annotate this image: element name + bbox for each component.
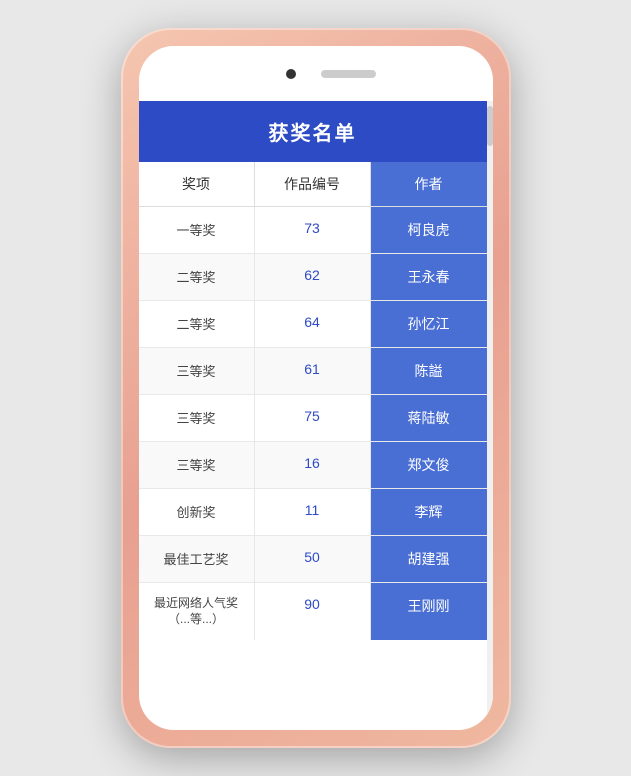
number-cell: 50 [255, 536, 371, 582]
number-cell: 11 [255, 489, 371, 535]
table-body: 一等奖73柯良虎二等奖62王永春二等奖64孙忆江三等奖61陈謚三等奖75蒋陆敏三… [139, 207, 487, 640]
author-cell: 郑文俊 [371, 442, 487, 488]
award-cell: 一等奖 [139, 207, 255, 253]
table-row: 创新奖11李辉 [139, 489, 487, 536]
table-row: 最佳工艺奖50胡建强 [139, 536, 487, 583]
phone-top-bar [139, 46, 493, 101]
award-cell: 二等奖 [139, 301, 255, 347]
screen-content: 获奖名单 奖项 作品编号 作者 一等奖73柯良虎二等奖62王永春二等奖64孙忆江… [139, 101, 493, 730]
award-cell: 三等奖 [139, 348, 255, 394]
header-author: 作者 [371, 162, 487, 206]
table-header: 奖项 作品编号 作者 [139, 162, 487, 207]
phone-frame: 获奖名单 奖项 作品编号 作者 一等奖73柯良虎二等奖62王永春二等奖64孙忆江… [121, 28, 511, 748]
number-cell: 62 [255, 254, 371, 300]
header-number: 作品编号 [255, 162, 371, 206]
scrollbar-thumb[interactable] [487, 106, 493, 146]
number-cell: 64 [255, 301, 371, 347]
award-cell: 三等奖 [139, 395, 255, 441]
award-cell: 创新奖 [139, 489, 255, 535]
author-cell: 蒋陆敏 [371, 395, 487, 441]
award-cell: 三等奖 [139, 442, 255, 488]
table-row: 三等奖75蒋陆敏 [139, 395, 487, 442]
author-cell: 胡建强 [371, 536, 487, 582]
table-row: 二等奖62王永春 [139, 254, 487, 301]
author-cell: 李辉 [371, 489, 487, 535]
author-cell: 王永春 [371, 254, 487, 300]
table-row: 三等奖16郑文俊 [139, 442, 487, 489]
table-row: 三等奖61陈謚 [139, 348, 487, 395]
number-cell: 61 [255, 348, 371, 394]
camera [286, 69, 296, 79]
table-title: 获奖名单 [139, 101, 487, 162]
author-cell: 王刚刚 [371, 583, 487, 640]
award-cell: 二等奖 [139, 254, 255, 300]
table-row: 最近网络人气奖 （...等...）90王刚刚 [139, 583, 487, 640]
award-cell: 最佳工艺奖 [139, 536, 255, 582]
author-cell: 陈謚 [371, 348, 487, 394]
author-cell: 孙忆江 [371, 301, 487, 347]
table-row: 一等奖73柯良虎 [139, 207, 487, 254]
author-cell: 柯良虎 [371, 207, 487, 253]
scrollbar-track[interactable] [487, 101, 493, 730]
award-cell: 最近网络人气奖 （...等...） [139, 583, 255, 640]
number-cell: 90 [255, 583, 371, 640]
table-row: 二等奖64孙忆江 [139, 301, 487, 348]
number-cell: 16 [255, 442, 371, 488]
table-container: 获奖名单 奖项 作品编号 作者 一等奖73柯良虎二等奖62王永春二等奖64孙忆江… [139, 101, 493, 730]
number-cell: 75 [255, 395, 371, 441]
phone-screen: 获奖名单 奖项 作品编号 作者 一等奖73柯良虎二等奖62王永春二等奖64孙忆江… [139, 46, 493, 730]
speaker [321, 70, 376, 78]
header-award: 奖项 [139, 162, 255, 206]
number-cell: 73 [255, 207, 371, 253]
